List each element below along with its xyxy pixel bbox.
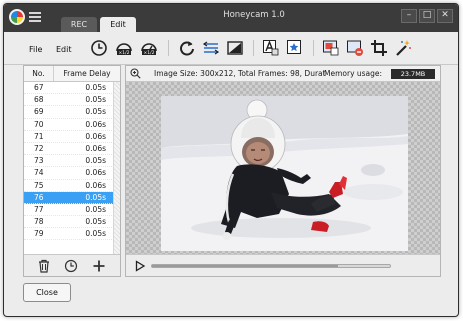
frame-row[interactable]: 68 0.05s	[24, 94, 120, 107]
frame-row[interactable]: 74 0.06s	[24, 167, 120, 180]
frame-list-scrollbar[interactable]	[113, 82, 120, 254]
play-icon[interactable]	[134, 260, 146, 272]
frame-row[interactable]: 76 0.05s	[24, 191, 120, 204]
timeline-progress	[152, 265, 338, 267]
effect-wand-icon[interactable]	[394, 39, 412, 57]
frame-delay: 0.06s	[85, 180, 106, 190]
frame-row[interactable]: 77 0.05s	[24, 204, 120, 217]
frame-row[interactable]: 69 0.05s	[24, 106, 120, 119]
toolbar-separator	[253, 40, 254, 56]
frame-row[interactable]: 71 0.06s	[24, 131, 120, 143]
frame-row[interactable]: 79 0.05s	[24, 228, 120, 241]
frame-row[interactable]: 75 0.06s	[24, 180, 120, 192]
svg-text:×1/2: ×1/2	[118, 50, 129, 56]
frame-number: 75	[34, 180, 44, 190]
zoom-icon[interactable]	[130, 68, 141, 79]
image-info-text: Image Size: 300x212, Total Frames: 98, D…	[154, 69, 326, 78]
window-title: Honeycam 1.0	[223, 10, 285, 20]
svg-text:×1/2: ×1/2	[143, 50, 154, 56]
crop-frame-icon[interactable]	[322, 39, 340, 57]
frame-number: 76	[34, 192, 44, 202]
image-info-bar: Image Size: 300x212, Total Frames: 98, D…	[126, 66, 440, 82]
frame-row[interactable]: 78 0.05s	[24, 216, 120, 229]
frame-number: 68	[34, 95, 44, 105]
frame-row[interactable]: 67 0.05s	[24, 82, 120, 95]
frame-number: 69	[34, 107, 44, 117]
speed-x2-icon[interactable]: ×1/2	[140, 39, 158, 57]
minimize-button[interactable]: –	[401, 9, 417, 23]
hamburger-menu-icon[interactable]	[29, 12, 41, 23]
frame-list: 67 0.05s 68 0.05s 69 0.05s 70 0.06s 71 0.06s 72 0.0…	[24, 82, 120, 241]
playback-bar	[126, 254, 440, 276]
frame-delay: 0.05s	[85, 95, 106, 105]
honeycam-window: REC Edit Honeycam 1.0 – □ ✕ File Edit ×1…	[3, 3, 459, 317]
frame-number: 77	[34, 204, 44, 214]
maximize-button[interactable]: □	[419, 9, 435, 23]
preview-canvas[interactable]	[126, 82, 440, 254]
frame-list-actions	[24, 254, 120, 276]
timeline-slider[interactable]	[151, 264, 391, 268]
frame-delay: 0.06s	[85, 168, 106, 178]
speed-x1-icon[interactable]: ×1/2	[115, 39, 133, 57]
frame-delay: 0.05s	[85, 229, 106, 239]
frame-number: 78	[34, 217, 44, 227]
frame-delay: 0.06s	[85, 143, 106, 153]
frame-number: 73	[34, 156, 44, 166]
frame-row[interactable]: 70 0.06s	[24, 119, 120, 131]
tab-rec[interactable]: REC	[61, 17, 97, 32]
sticker-icon[interactable]	[286, 39, 304, 57]
close-button[interactable]: Close	[23, 283, 71, 302]
toolbar-separator	[168, 40, 169, 56]
delete-icon[interactable]	[37, 259, 51, 273]
frame-number: 74	[34, 168, 44, 178]
text-icon[interactable]	[262, 39, 280, 57]
frame-row[interactable]: 72 0.06s	[24, 143, 120, 156]
edit-toolbar: File Edit ×1/2 ×1/2	[4, 32, 458, 65]
frame-delay: 0.05s	[85, 83, 106, 92]
frame-delay: 0.05s	[85, 107, 106, 117]
frame-row[interactable]: 73 0.05s	[24, 155, 120, 168]
clock-icon[interactable]	[90, 39, 108, 57]
frame-number: 70	[34, 119, 44, 129]
menu-edit[interactable]: Edit	[56, 45, 72, 54]
memory-usage-label: Memory usage:	[324, 69, 383, 78]
frame-list-panel: No. Frame Delay 67 0.05s 68 0.05s 69 0.05s 70 0…	[23, 65, 121, 277]
frame-delay: 0.05s	[85, 156, 106, 166]
frame-number: 72	[34, 143, 44, 153]
close-window-button[interactable]: ✕	[437, 9, 453, 23]
remove-frame-icon[interactable]	[346, 39, 364, 57]
filter-icon[interactable]	[226, 39, 244, 57]
preview-image	[161, 96, 408, 251]
frame-delay: 0.05s	[85, 217, 106, 227]
rotate-icon[interactable]	[178, 39, 196, 57]
frame-delay: 0.06s	[85, 119, 106, 129]
toolbar-separator	[313, 40, 314, 56]
timer-icon[interactable]	[64, 259, 78, 273]
frame-list-header: No. Frame Delay	[24, 66, 120, 82]
frame-delay: 0.06s	[85, 131, 106, 141]
frame-delay: 0.05s	[85, 192, 106, 202]
frame-number: 79	[34, 229, 44, 239]
crop-icon[interactable]	[370, 39, 388, 57]
frame-number: 71	[34, 131, 44, 141]
tab-edit[interactable]: Edit	[100, 17, 136, 32]
frame-delay: 0.05s	[85, 204, 106, 214]
column-header-number[interactable]: No.	[24, 66, 54, 81]
memory-usage-value: 23.7MB	[391, 69, 435, 79]
frame-number: 67	[34, 83, 44, 92]
title-bar: REC Edit Honeycam 1.0 – □ ✕	[4, 4, 458, 32]
menu-file[interactable]: File	[29, 45, 42, 54]
preview-panel: Image Size: 300x212, Total Frames: 98, D…	[125, 65, 441, 277]
honeycam-logo-icon[interactable]	[9, 9, 25, 25]
resize-icon[interactable]	[202, 39, 220, 57]
add-icon[interactable]	[92, 259, 106, 273]
column-header-frame-delay[interactable]: Frame Delay	[54, 66, 120, 81]
